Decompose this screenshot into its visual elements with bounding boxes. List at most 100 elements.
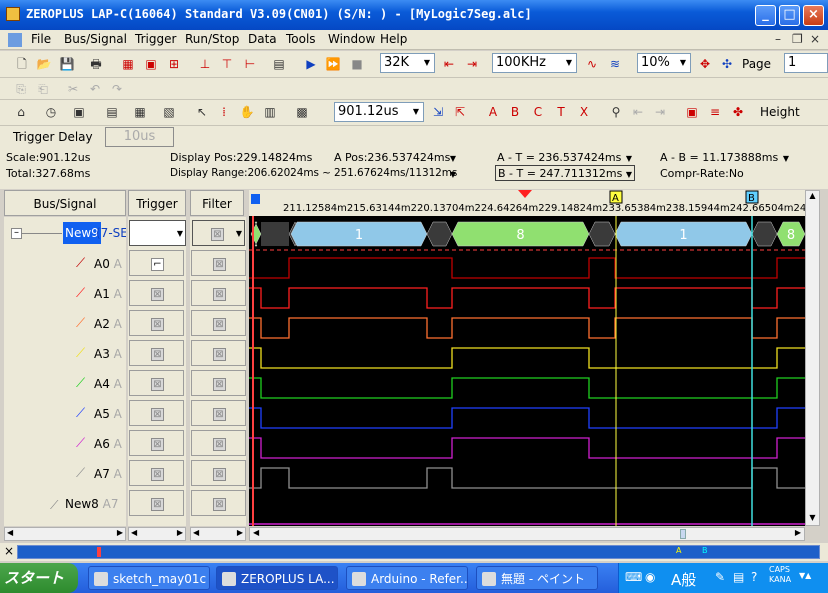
paste-icon[interactable]: ⎗	[34, 80, 52, 98]
ime-mode-text[interactable]: A般	[671, 569, 696, 590]
open-folder-icon[interactable]: 📂	[35, 55, 53, 73]
close-button[interactable]: ×	[803, 5, 824, 26]
filter-cell[interactable]: ⊠	[191, 280, 246, 306]
trigger-cell[interactable]: ⊠	[129, 430, 184, 456]
trigger-edge-icon[interactable]: ⊢	[241, 55, 259, 73]
scroll-left-icon[interactable]: ◀	[193, 528, 199, 537]
menu-run-stop[interactable]: Run/Stop	[185, 32, 239, 46]
bus-edit-icon[interactable]: ▣	[142, 55, 160, 73]
trigger-cell[interactable]: ⊠	[129, 460, 184, 486]
scroll-down-icon[interactable]: ▼	[807, 513, 818, 525]
bus-signal-header[interactable]: Bus/Signal	[4, 190, 126, 216]
signal-hscrollbar[interactable]: ◀ ▶	[4, 527, 126, 541]
maximize-button[interactable]: □	[779, 5, 800, 26]
scroll-thumb[interactable]	[680, 529, 686, 539]
scroll-up-icon[interactable]: ▲	[807, 191, 818, 203]
bus-icon[interactable]: ≡	[706, 103, 724, 121]
menu-help[interactable]: Help	[380, 32, 407, 46]
hand-icon[interactable]: ✋	[238, 103, 256, 121]
color-icon[interactable]: ✤	[729, 103, 747, 121]
time-per-div-select[interactable]: 901.12us ▼	[334, 102, 424, 122]
filter-cell[interactable]: ⊠	[191, 460, 246, 486]
tool-icon[interactable]: ✎	[715, 570, 725, 584]
frequency-select[interactable]: 100KHz ▼	[492, 53, 577, 73]
bar-x-icon[interactable]: X	[575, 103, 593, 121]
filter-hscrollbar[interactable]: ◀ ▶	[190, 527, 246, 541]
display-range-chevron-down-icon[interactable]: ▼	[448, 170, 458, 179]
menu-window[interactable]: Window	[328, 32, 375, 46]
scroll-left-icon[interactable]: ◀	[253, 528, 259, 537]
menu-trigger[interactable]: Trigger	[135, 32, 176, 46]
trigger-fall-icon[interactable]: ⊤	[218, 55, 236, 73]
save-icon[interactable]: 💾	[58, 55, 76, 73]
trigger-cell[interactable]: ⊠	[129, 370, 184, 396]
scroll-right-icon[interactable]: ▶	[177, 528, 183, 537]
keyboard-icon[interactable]: ⌨	[625, 570, 642, 584]
trigger-delay-input[interactable]: 10us	[105, 127, 174, 147]
trigger-rise-icon[interactable]: ⊥	[196, 55, 214, 73]
cursor-right-icon[interactable]: ⇱	[451, 103, 469, 121]
zoom-in-icon[interactable]: ✥	[696, 55, 714, 73]
undo-icon[interactable]: ↶	[86, 80, 104, 98]
menu-tools[interactable]: Tools	[286, 32, 316, 46]
vertical-scrollbar[interactable]: ▲ ▼	[805, 190, 820, 526]
waveform-icon[interactable]: ∿	[583, 55, 601, 73]
trigger-cell[interactable]: ⊠	[129, 310, 184, 336]
a-t-chevron-down-icon[interactable]: ▼	[624, 154, 634, 163]
a-pos-chevron-down-icon[interactable]: ▼	[448, 154, 458, 163]
trigger-cell[interactable]: ⊠	[129, 280, 184, 306]
scroll-right-icon[interactable]: ▶	[237, 528, 243, 537]
filter-cell[interactable]: ⊠	[191, 490, 246, 516]
zoom-out-icon[interactable]: ✣	[718, 55, 736, 73]
signal-icon[interactable]: ▣	[683, 103, 701, 121]
bus-property-icon[interactable]: ⊞	[165, 55, 183, 73]
trigger-cell[interactable]: ⊠	[129, 490, 184, 516]
b-t-chevron-down-icon[interactable]: ▼	[624, 170, 634, 179]
signal-label-a1[interactable]: A1 A	[94, 287, 122, 301]
task-zeroplus[interactable]: ZEROPLUS LA...	[216, 566, 338, 590]
cursor-left-icon[interactable]: ⇲	[429, 103, 447, 121]
minimize-button[interactable]: _	[755, 5, 776, 26]
home-icon[interactable]: ⌂	[12, 103, 30, 121]
filter-cell[interactable]: ⊠	[191, 370, 246, 396]
ime-icon[interactable]: ◉	[645, 570, 655, 584]
trigger-cell[interactable]: ⊠	[129, 340, 184, 366]
trigger-header[interactable]: Trigger	[128, 190, 186, 216]
filter-cell[interactable]: ⊠	[191, 430, 246, 456]
bar-c-icon[interactable]: C	[529, 103, 547, 121]
bar-t-icon[interactable]: T	[552, 103, 570, 121]
run-repeat-icon[interactable]: ⏩	[324, 55, 342, 73]
b-t-select[interactable]: B - T = 247.711312ms	[495, 165, 635, 181]
menu-data[interactable]: Data	[248, 32, 277, 46]
copy-icon[interactable]: ⎘	[12, 80, 30, 98]
overview-close-icon[interactable]: ×	[4, 544, 14, 558]
signal-label-a7[interactable]: A7 A	[94, 467, 122, 481]
measure-icon[interactable]: ▥	[261, 103, 279, 121]
marker-icon[interactable]: ⁞	[215, 103, 233, 121]
menu-bus-signal[interactable]: Bus/Signal	[64, 32, 127, 46]
menu-file[interactable]: File	[31, 32, 51, 46]
filter-cell[interactable]: ⊠	[191, 400, 246, 426]
stop-icon[interactable]: ■	[348, 55, 366, 73]
binoculars-icon[interactable]: ⚲	[607, 103, 625, 121]
filter-cell[interactable]: ⊠	[191, 340, 246, 366]
filter-cell[interactable]: ⊠	[191, 250, 246, 276]
waveform-view[interactable]: 211.12584m215.63144m220.13704m224.64264m…	[249, 190, 805, 526]
task-paint[interactable]: 無題 - ペイント	[476, 566, 598, 590]
run-icon[interactable]: ▶	[302, 55, 320, 73]
task-arduino[interactable]: Arduino - Refer...	[346, 566, 468, 590]
print-icon[interactable]: 🖶	[87, 55, 105, 73]
mdi-minimize-icon[interactable]: –	[775, 32, 781, 46]
new-file-icon[interactable]: 🗋	[13, 55, 31, 73]
tray-expand-icon[interactable]: ▼▲	[799, 571, 811, 580]
waveform-canvas[interactable]: 211.12584m215.63144m220.13704m224.64264m…	[249, 190, 805, 526]
signal-label-a0[interactable]: A0 A	[94, 257, 122, 271]
help-icon[interactable]: ?	[751, 570, 757, 584]
a-b-chevron-down-icon[interactable]: ▼	[781, 154, 791, 163]
mdi-close-icon[interactable]: ×	[810, 32, 820, 46]
trigger-cell[interactable]: ⊠	[129, 400, 184, 426]
format-icon[interactable]: ▩	[293, 103, 311, 121]
clock-icon[interactable]: ◷	[42, 103, 60, 121]
bus-tool-icon[interactable]: ▦	[119, 55, 137, 73]
search-prev-icon[interactable]: ⇤	[629, 103, 647, 121]
